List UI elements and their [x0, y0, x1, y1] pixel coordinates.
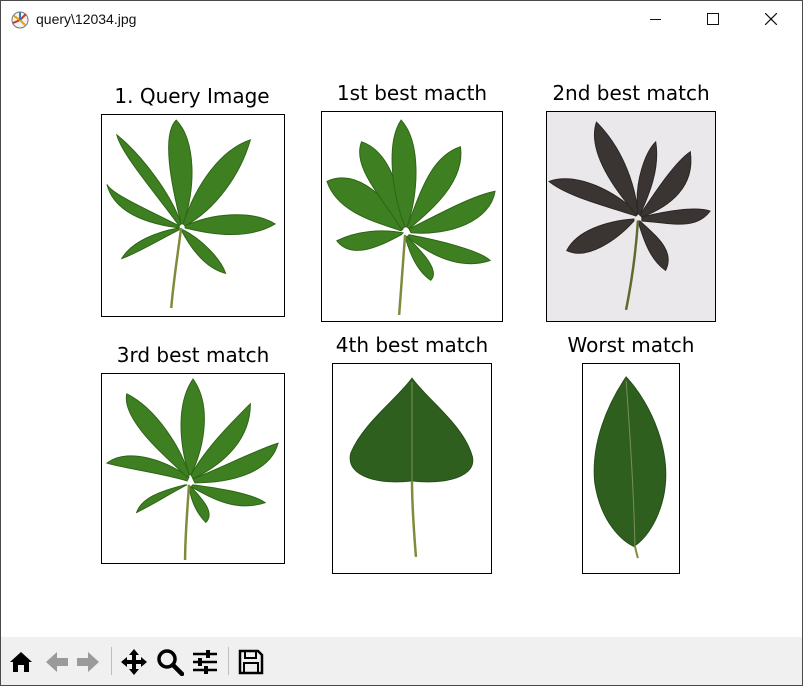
- window-title: query\12034.jpg: [36, 11, 137, 27]
- minimize-icon: [650, 19, 661, 20]
- panel-title-match-4: 4th best match: [335, 333, 489, 357]
- heart-leaf-image: [349, 377, 474, 557]
- save-icon: [238, 649, 264, 675]
- forward-button[interactable]: [73, 647, 103, 677]
- query-image: [101, 114, 285, 317]
- forward-icon: [77, 652, 99, 672]
- match-1-image: [321, 111, 503, 322]
- palmate-leaf-image: [106, 119, 277, 309]
- toolbar-separator: [111, 647, 112, 675]
- match-4-image: [332, 363, 492, 574]
- dark-palmate-leaf-image: [547, 112, 715, 321]
- match-3-image: [101, 373, 285, 564]
- back-icon: [46, 652, 68, 672]
- pan-button[interactable]: [119, 647, 149, 677]
- configure-subplots-icon: [193, 650, 217, 674]
- close-icon: [765, 13, 777, 25]
- maximize-icon: [707, 13, 719, 25]
- panel-title-match-2: 2nd best match: [552, 81, 710, 105]
- zoom-button[interactable]: [155, 647, 185, 677]
- back-button[interactable]: [42, 647, 72, 677]
- app-icon: [11, 11, 29, 29]
- panel-title-query: 1. Query Image: [114, 84, 270, 108]
- zoom-icon: [157, 649, 184, 676]
- elliptic-leaf-image: [593, 376, 667, 559]
- save-button[interactable]: [236, 647, 266, 677]
- figure-window: query\12034.jpg 1. Query Image 1st best …: [0, 0, 803, 686]
- home-button[interactable]: [6, 647, 36, 677]
- close-button[interactable]: [748, 1, 794, 37]
- maximize-button[interactable]: [690, 1, 736, 37]
- minimize-button[interactable]: [633, 1, 679, 37]
- figure-canvas[interactable]: 1. Query Image 1st best macth 2nd best m…: [1, 37, 802, 637]
- navigation-toolbar: [1, 637, 802, 685]
- toolbar-separator: [228, 647, 229, 675]
- match-2-image: [546, 111, 716, 322]
- worst-match-image: [582, 363, 680, 574]
- palmate-leaf-image: [105, 378, 279, 560]
- title-bar: query\12034.jpg: [1, 1, 802, 37]
- panel-title-match-3: 3rd best match: [116, 343, 270, 367]
- configure-subplots-button[interactable]: [190, 647, 220, 677]
- panel-title-worst: Worst match: [567, 333, 695, 357]
- pan-icon: [121, 649, 147, 675]
- home-icon: [10, 652, 32, 672]
- palmate-leaf-image: [326, 119, 496, 316]
- panel-title-match-1: 1st best macth: [336, 81, 488, 105]
